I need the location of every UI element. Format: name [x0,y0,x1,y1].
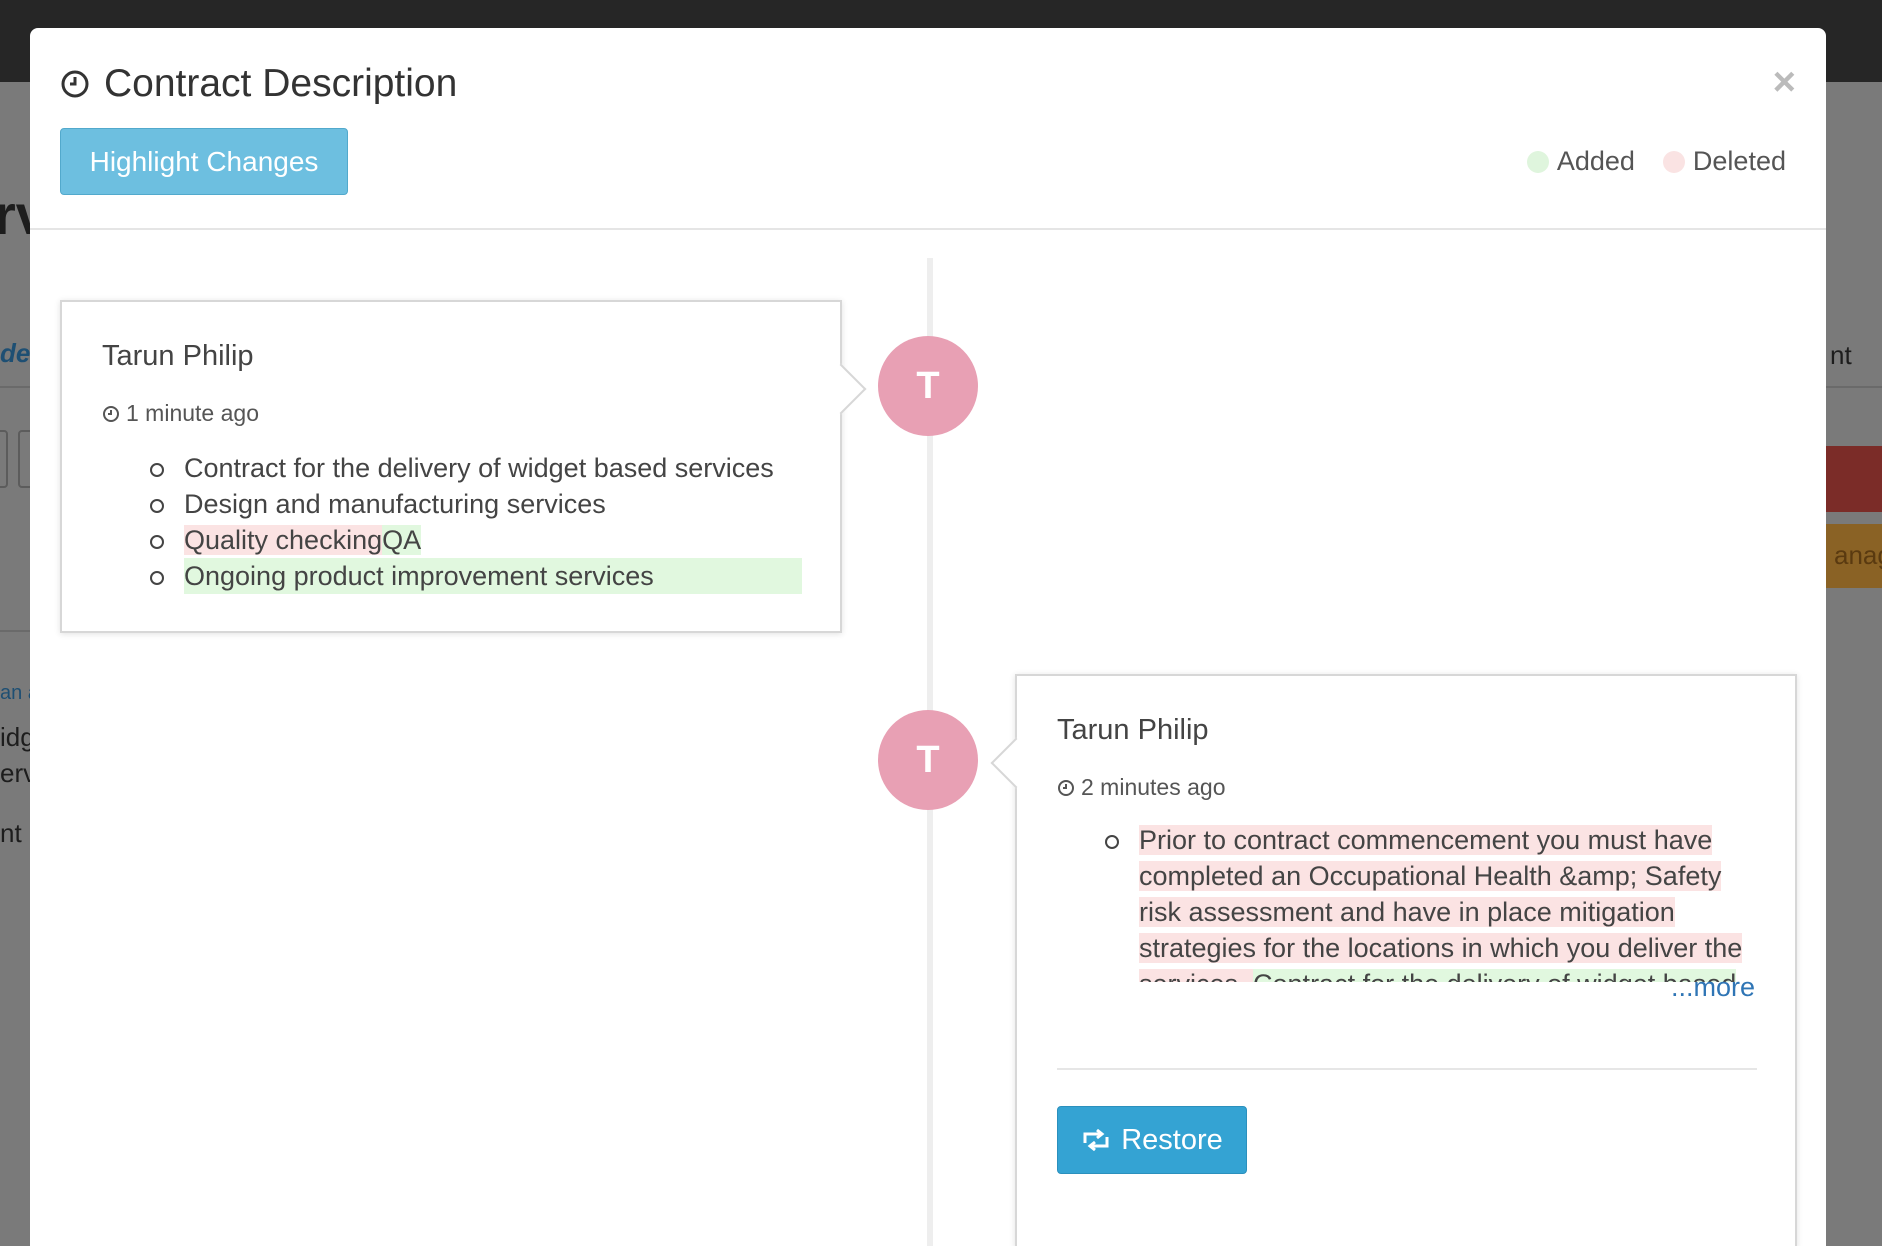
deleted-text: Prior to contract commencement you must … [1139,825,1713,855]
list-item-text: Contract for the delivery of widget base… [184,453,774,483]
restore-label: Restore [1121,1123,1223,1156]
card-divider [1057,1068,1757,1070]
background-text-fragment: nt [1830,340,1852,370]
revision-content: Prior to contract commencement you must … [1105,822,1757,982]
added-text: QA [382,525,422,555]
card-pointer [815,363,867,415]
revision-content: Contract for the delivery of widget base… [150,450,802,594]
list-item: Quality checkingQA [150,522,802,558]
revision-timestamp: 1 minute ago [102,400,259,427]
deleted-text: risk assessment and have in place mitiga… [1139,897,1675,927]
background-divider [0,630,30,632]
background-control [0,430,8,488]
change-legend: Added Deleted [1526,146,1786,177]
revision-time-text: 2 minutes ago [1081,774,1226,800]
contract-description-modal: Contract Description × Highlight Changes… [30,28,1826,1246]
revision-card: Tarun Philip 1 minute ago Contract for t… [60,300,867,633]
legend-deleted-label: Deleted [1692,146,1786,176]
added-text: Contract for the delivery of widget base… [1253,969,1737,982]
close-icon[interactable]: × [1773,62,1796,102]
card-pointer [990,737,1042,789]
list-item-text: Design and manufacturing services [184,489,606,519]
revision-content-preview: Prior to contract commencement you must … [1057,822,1757,982]
background-divider-right [1826,386,1882,388]
avatar: T [878,336,978,436]
revision-timestamp: 2 minutes ago [1057,774,1225,801]
legend-deleted: Deleted [1662,146,1786,177]
background-red-button [1826,446,1882,512]
deleted-text: strategies for the locations in which yo… [1139,933,1743,963]
list-item: Ongoing product improvement services [150,558,802,594]
deleted-text: services. [1139,969,1254,982]
legend-added-label: Added [1556,146,1635,176]
background-text-fragment: nt [0,818,22,848]
background-orange-text: anag [1834,540,1882,570]
deleted-text: completed an Occupational Health &amp; S… [1139,861,1722,891]
revision-time-text: 1 minute ago [126,400,259,426]
modal-title-text: Contract Description [104,62,458,105]
background-orange-button: anag [1826,524,1882,588]
show-more-link[interactable]: ...more [1671,972,1755,1003]
retweet-icon [1083,1129,1109,1151]
background-divider [0,386,30,388]
background-link-fragment: de [0,338,31,368]
list-item: Prior to contract commencement you must … [1105,822,1757,982]
revision-author: Tarun Philip [102,340,254,372]
highlight-changes-button[interactable]: Highlight Changes [60,128,348,195]
clock-icon [1058,779,1074,796]
deleted-text: Quality checking [184,525,383,555]
restore-button[interactable]: Restore [1057,1106,1247,1174]
clock-icon [61,70,89,98]
clock-icon [103,405,119,422]
modal-header: Contract Description × Highlight Changes… [30,28,1826,230]
deleted-dot-icon [1662,150,1685,173]
modal-title: Contract Description [60,62,457,106]
list-item: Design and manufacturing services [150,486,802,522]
added-dot-icon [1526,150,1549,173]
revision-author: Tarun Philip [1057,714,1209,746]
avatar: T [878,710,978,810]
added-text: Ongoing product improvement services [184,558,802,594]
list-item: Contract for the delivery of widget base… [150,450,802,486]
revision-card: Tarun Philip 2 minutes ago Prior to cont… [990,674,1797,1246]
legend-added: Added [1526,146,1635,177]
